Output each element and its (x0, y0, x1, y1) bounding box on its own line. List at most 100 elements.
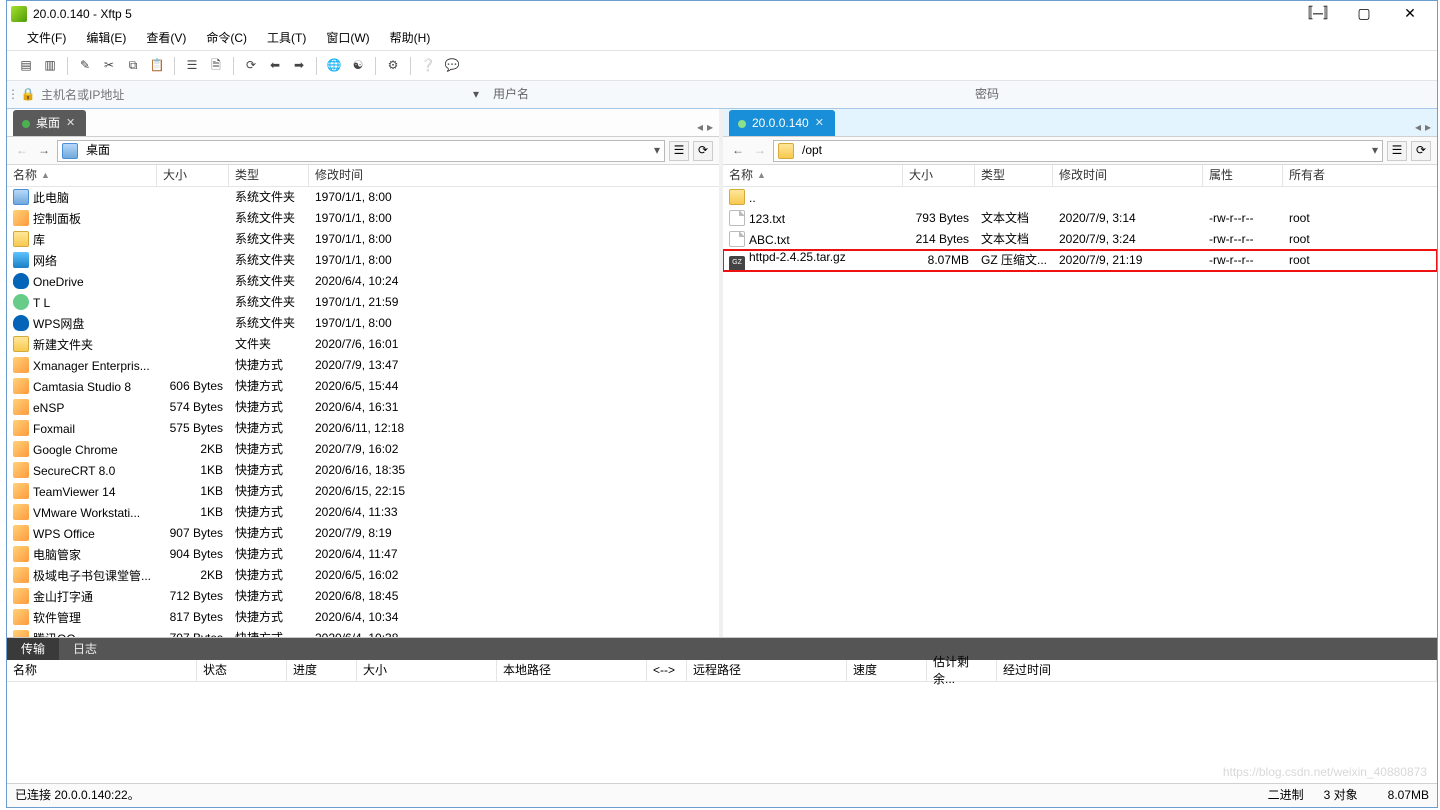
file-row[interactable]: 腾讯QQ707 Bytes快捷方式2020/6/4, 10:38 (7, 628, 719, 637)
file-row[interactable]: TeamViewer 141KB快捷方式2020/6/15, 22:15 (7, 481, 719, 502)
local-pathbar: ← → 桌面 ▾ ☰ ⟳ (7, 137, 719, 165)
remote-path-box[interactable]: /opt ▾ (773, 140, 1383, 162)
local-path-box[interactable]: 桌面 ▾ (57, 140, 665, 162)
refresh-remote-icon[interactable]: ⟳ (1411, 141, 1431, 161)
settings-icon[interactable]: ⚙ (382, 55, 404, 77)
menu-item[interactable]: 窗口(W) (316, 27, 379, 50)
remote-pathbar: ← → /opt ▾ ☰ ⟳ (723, 137, 1437, 165)
path-dropdown-icon[interactable]: ▾ (654, 142, 660, 159)
remote-tab[interactable]: 20.0.0.140 ✕ (729, 110, 835, 136)
file-row[interactable]: T L系统文件夹1970/1/1, 21:59 (7, 292, 719, 313)
file-row[interactable]: Google Chrome2KB快捷方式2020/7/9, 16:02 (7, 439, 719, 460)
doc-icon[interactable]: 🗎 (205, 55, 227, 77)
file-icon (13, 210, 29, 226)
minimize-button[interactable]: 〚─〛 (1295, 1, 1341, 27)
sync-icon[interactable]: ☯ (347, 55, 369, 77)
file-row[interactable]: 网络系统文件夹1970/1/1, 8:00 (7, 250, 719, 271)
close-tab-icon[interactable]: ✕ (815, 116, 824, 131)
file-row[interactable]: 极域电子书包课堂管...2KB快捷方式2020/6/5, 16:02 (7, 565, 719, 586)
file-row[interactable]: 123.txt793 Bytes文本文档2020/7/9, 3:14-rw-r-… (723, 208, 1437, 229)
edit-icon[interactable]: ✎ (74, 55, 96, 77)
tab-prev-icon[interactable]: ◂ (1415, 119, 1421, 136)
tab-next-icon[interactable]: ▸ (707, 119, 713, 136)
file-row[interactable]: Camtasia Studio 8606 Bytes快捷方式2020/6/5, … (7, 376, 719, 397)
status-dot-icon (738, 120, 746, 128)
file-icon (13, 441, 29, 457)
file-row[interactable]: OneDrive系统文件夹2020/6/4, 10:24 (7, 271, 719, 292)
maximize-button[interactable]: ▢ (1341, 1, 1387, 27)
file-icon (13, 609, 29, 625)
file-row[interactable]: 电脑管家904 Bytes快捷方式2020/6/4, 11:47 (7, 544, 719, 565)
forward-icon[interactable]: → (35, 142, 53, 159)
remote-pane: 20.0.0.140 ✕ ◂ ▸ ← → /opt ▾ ☰ ⟳ (723, 109, 1437, 637)
menu-item[interactable]: 文件(F) (17, 27, 76, 50)
tree-icon[interactable]: ☰ (669, 141, 689, 161)
tab-prev-icon[interactable]: ◂ (697, 119, 703, 136)
host-dropdown[interactable]: ▾ (467, 86, 485, 103)
tree-icon[interactable]: ☰ (1387, 141, 1407, 161)
tab-log[interactable]: 日志 (59, 638, 111, 660)
remote-filelist[interactable]: 名称▲ 大小 类型 修改时间 属性 所有者 ..123.txt793 Bytes… (723, 165, 1437, 637)
close-tab-icon[interactable]: ✕ (66, 116, 75, 131)
local-header[interactable]: 名称▲ 大小 类型 修改时间 (7, 165, 719, 187)
transfer-left-icon[interactable]: ⬅ (264, 55, 286, 77)
local-filelist[interactable]: 名称▲ 大小 类型 修改时间 此电脑系统文件夹1970/1/1, 8:00控制面… (7, 165, 719, 637)
copy-icon[interactable]: ⧉ (122, 55, 144, 77)
file-row[interactable]: Foxmail575 Bytes快捷方式2020/6/11, 12:18 (7, 418, 719, 439)
file-row[interactable]: WPS网盘系统文件夹1970/1/1, 8:00 (7, 313, 719, 334)
tab-transfer[interactable]: 传输 (7, 638, 59, 660)
file-row[interactable]: 库系统文件夹1970/1/1, 8:00 (7, 229, 719, 250)
pass-input[interactable] (1007, 84, 1437, 106)
user-input[interactable] (537, 84, 967, 106)
globe-icon[interactable]: 🌐 (323, 55, 345, 77)
status-size: 8.07MB (1388, 787, 1429, 804)
open-icon[interactable]: ▥ (39, 55, 61, 77)
forward-icon[interactable]: → (751, 142, 769, 159)
menu-item[interactable]: 查看(V) (136, 27, 196, 50)
menubar: 文件(F)编辑(E)查看(V)命令(C)工具(T)窗口(W)帮助(H) (7, 27, 1437, 51)
local-tabstrip: 桌面 ✕ ◂ ▸ (7, 109, 719, 137)
file-row[interactable]: GZhttpd-2.4.25.tar.gz8.07MBGZ 压缩文...2020… (723, 250, 1437, 271)
file-row[interactable]: 新建文件夹文件夹2020/7/6, 16:01 (7, 334, 719, 355)
grip-icon: ⋮ (7, 86, 19, 103)
statusbar: 已连接 20.0.0.140:22。 二进制 3 对象 8.07MB (7, 783, 1437, 807)
back-icon[interactable]: ← (13, 142, 31, 159)
menu-item[interactable]: 工具(T) (257, 27, 316, 50)
tab-next-icon[interactable]: ▸ (1425, 119, 1431, 136)
new-session-icon[interactable]: ▤ (15, 55, 37, 77)
chat-icon[interactable]: 💬 (441, 55, 463, 77)
file-row[interactable]: 控制面板系统文件夹1970/1/1, 8:00 (7, 208, 719, 229)
file-row[interactable]: ABC.txt214 Bytes文本文档2020/7/9, 3:24-rw-r-… (723, 229, 1437, 250)
menu-item[interactable]: 帮助(H) (380, 27, 441, 50)
host-input[interactable] (37, 84, 467, 106)
remote-header[interactable]: 名称▲ 大小 类型 修改时间 属性 所有者 (723, 165, 1437, 187)
bottom-tabs[interactable]: 传输 日志 (7, 638, 1437, 660)
file-row[interactable]: eNSP574 Bytes快捷方式2020/6/4, 16:31 (7, 397, 719, 418)
transfer-header[interactable]: 名称 状态 进度 大小 本地路径 <--> 远程路径 速度 估计剩余... 经过… (7, 660, 1437, 682)
file-row[interactable]: 此电脑系统文件夹1970/1/1, 8:00 (7, 187, 719, 208)
file-row[interactable]: 金山打字通712 Bytes快捷方式2020/6/8, 18:45 (7, 586, 719, 607)
transfer-right-icon[interactable]: ➡ (288, 55, 310, 77)
titlebar: 20.0.0.140 - Xftp 5 〚─〛 ▢ ✕ (7, 1, 1437, 27)
file-row[interactable]: VMware Workstati...1KB快捷方式2020/6/4, 11:3… (7, 502, 719, 523)
refresh-icon[interactable]: ⟳ (240, 55, 262, 77)
file-row[interactable]: WPS Office907 Bytes快捷方式2020/7/9, 8:19 (7, 523, 719, 544)
cut-icon[interactable]: ✂ (98, 55, 120, 77)
file-row[interactable]: SecureCRT 8.01KB快捷方式2020/6/16, 18:35 (7, 460, 719, 481)
file-row[interactable]: .. (723, 187, 1437, 208)
refresh-local-icon[interactable]: ⟳ (693, 141, 713, 161)
file-icon (13, 252, 29, 268)
props-icon[interactable]: ☰ (181, 55, 203, 77)
close-button[interactable]: ✕ (1387, 1, 1433, 27)
path-dropdown-icon[interactable]: ▾ (1372, 142, 1378, 159)
file-row[interactable]: Xmanager Enterpris...快捷方式2020/7/9, 13:47 (7, 355, 719, 376)
status-dot-icon (22, 120, 30, 128)
menu-item[interactable]: 命令(C) (196, 27, 257, 50)
help-icon[interactable]: ❔ (417, 55, 439, 77)
local-tab[interactable]: 桌面 ✕ (13, 110, 86, 136)
paste-icon[interactable]: 📋 (146, 55, 168, 77)
remote-tab-label: 20.0.0.140 (752, 115, 809, 132)
file-row[interactable]: 软件管理817 Bytes快捷方式2020/6/4, 10:34 (7, 607, 719, 628)
menu-item[interactable]: 编辑(E) (76, 27, 136, 50)
back-icon[interactable]: ← (729, 142, 747, 159)
